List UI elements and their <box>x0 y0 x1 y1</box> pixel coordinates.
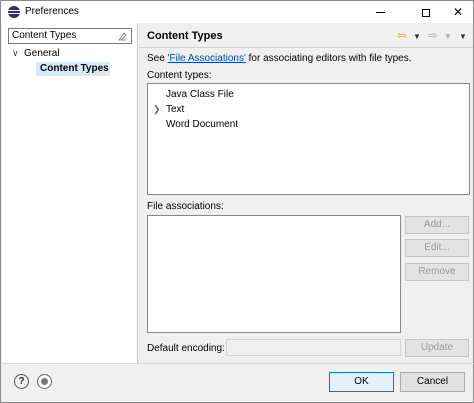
chevron-right-icon[interactable]: ❯ <box>153 104 161 115</box>
close-icon: ✕ <box>452 5 464 19</box>
tree-item-general[interactable]: ∨ General <box>12 48 60 59</box>
tree-item-label: General <box>24 48 60 59</box>
content-type-item[interactable]: Java Class File <box>166 89 234 100</box>
description-prefix: See <box>147 53 168 64</box>
footer-divider <box>2 363 474 364</box>
maximize-icon <box>422 8 430 17</box>
update-button[interactable]: Update <box>405 339 469 357</box>
minimize-button[interactable] <box>365 2 395 22</box>
close-button[interactable]: ✕ <box>443 2 473 22</box>
help-icon[interactable]: ? <box>14 374 29 389</box>
file-associations-label: File associations: <box>147 201 224 212</box>
file-associations-link[interactable]: 'File Associations' <box>168 53 246 64</box>
filter-input[interactable]: Content Types <box>8 28 132 44</box>
page-description: See 'File Associations' for associating … <box>147 53 412 64</box>
eclipse-app-icon <box>8 6 20 18</box>
default-encoding-label: Default encoding: <box>147 343 225 354</box>
remove-button[interactable]: Remove <box>405 263 469 281</box>
clear-filter-icon[interactable] <box>118 31 127 41</box>
content-types-label: Content types: <box>147 70 212 81</box>
file-associations-list[interactable] <box>147 215 401 333</box>
content-type-item[interactable]: Word Document <box>166 119 238 130</box>
forward-history-dropdown-icon[interactable]: ▼ <box>444 32 452 46</box>
minimize-icon <box>375 12 385 14</box>
chevron-down-icon[interactable]: ∨ <box>12 48 24 59</box>
tree-item-content-types[interactable]: Content Types <box>36 62 110 76</box>
maximize-button[interactable] <box>411 2 441 22</box>
preferences-tree-pane: Content Types ∨ General Content Types <box>2 23 138 363</box>
header-divider <box>139 47 473 48</box>
forward-arrow-icon[interactable]: ⇨ <box>428 29 437 43</box>
content-type-item[interactable]: Text <box>166 104 184 115</box>
cancel-button[interactable]: Cancel <box>400 372 465 392</box>
window-title: Preferences <box>25 6 79 17</box>
default-encoding-field[interactable] <box>226 339 401 356</box>
back-history-dropdown-icon[interactable]: ▼ <box>413 32 421 46</box>
filter-text: Content Types <box>12 30 77 41</box>
content-types-page: Content Types ⇦ ▼ ⇨ ▼ ▼ See 'File Associ… <box>139 23 473 363</box>
page-title: Content Types <box>147 30 223 42</box>
description-suffix: for associating editors with file types. <box>245 53 412 64</box>
import-export-icon[interactable] <box>37 374 52 389</box>
preferences-window: Preferences ✕ Content Types ∨ General Con… <box>0 0 474 403</box>
back-arrow-icon[interactable]: ⇦ <box>397 29 406 43</box>
content-types-tree[interactable]: Java Class File ❯ Text Word Document <box>147 83 470 195</box>
edit-button[interactable]: Edit... <box>405 239 469 257</box>
add-button[interactable]: Add... <box>405 216 469 234</box>
view-menu-icon[interactable]: ▼ <box>459 32 467 46</box>
ok-button[interactable]: OK <box>329 372 394 392</box>
title-bar: Preferences ✕ <box>1 1 473 23</box>
